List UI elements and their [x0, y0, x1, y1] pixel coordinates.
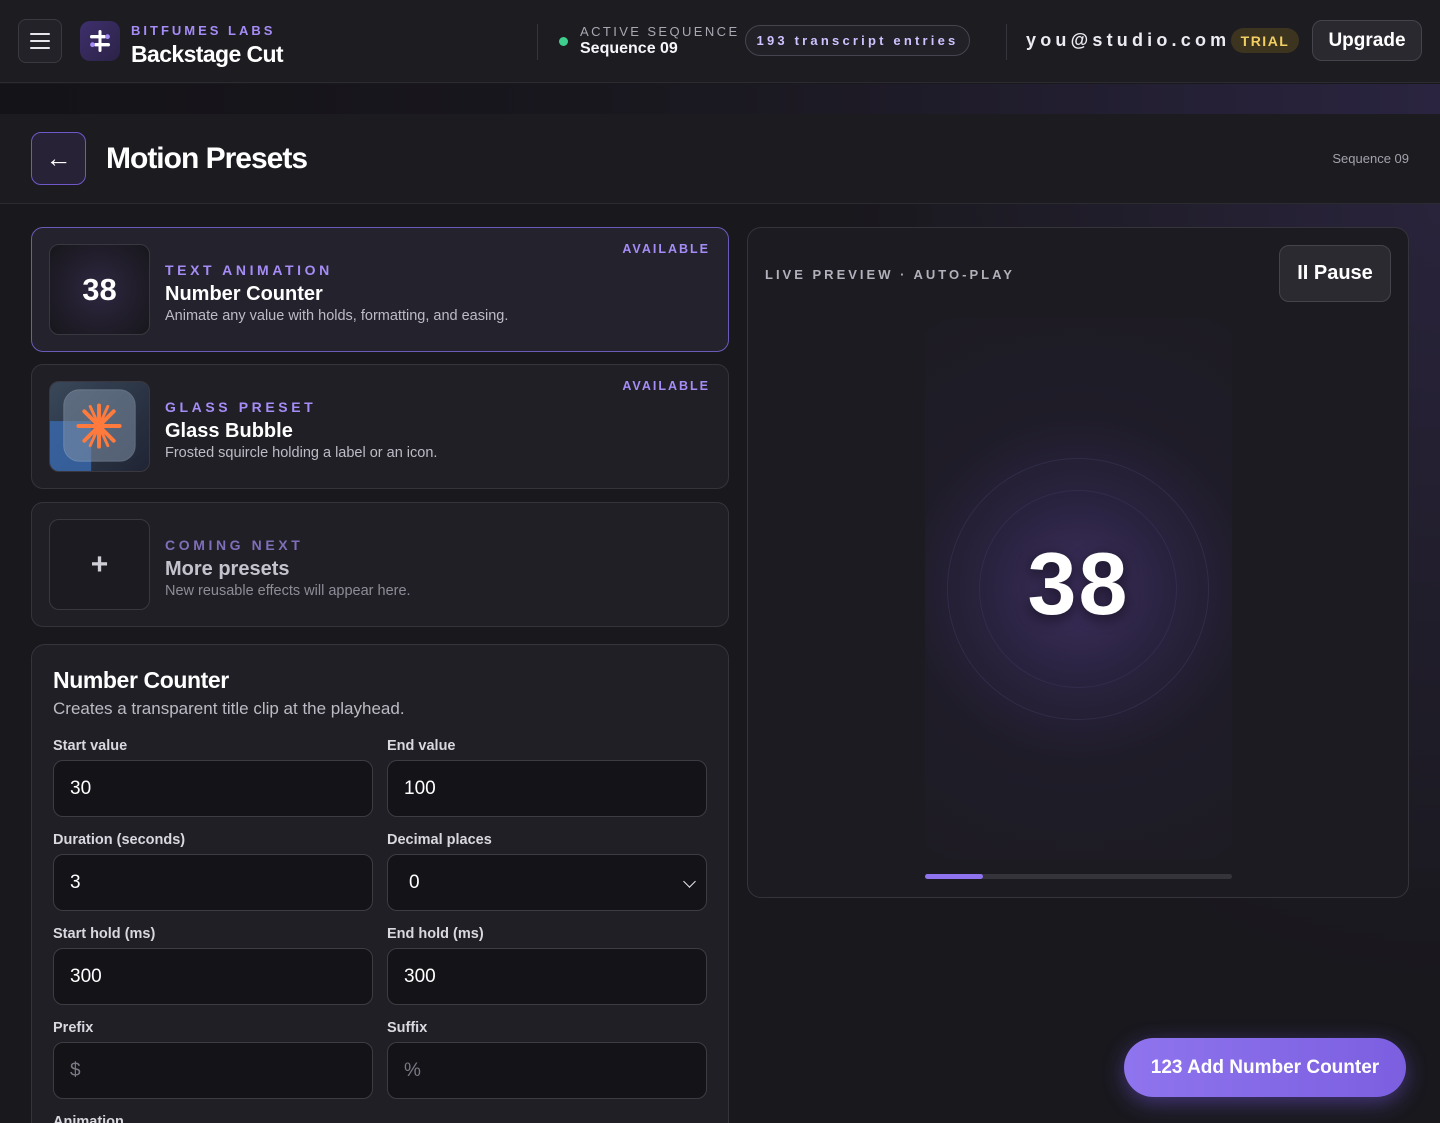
top-bar: BITFUMES LABS Backstage Cut ACTIVE SEQUE… — [0, 0, 1440, 83]
preset-card-glass-bubble[interactable]: GLASS PRESET Glass Bubble Frosted squirc… — [31, 364, 729, 489]
playback-progress-bar[interactable] — [925, 874, 1232, 879]
playback-progress-fill — [925, 874, 984, 879]
preset-kicker: GLASS PRESET — [165, 399, 317, 415]
user-email[interactable]: you@studio.com — [1026, 30, 1230, 51]
preset-description: Frosted squircle holding a label or an i… — [165, 445, 438, 461]
transcript-entries-pill[interactable]: 193 transcript entries — [745, 25, 970, 56]
add-number-counter-button[interactable]: 123 Add Number Counter — [1124, 1038, 1406, 1097]
active-status-dot — [559, 37, 568, 46]
page-title: Motion Presets — [106, 142, 308, 175]
app-logo-icon — [80, 21, 120, 61]
start-hold-input[interactable]: 300 — [53, 948, 373, 1005]
animation-label: Animation — [53, 1114, 124, 1123]
chevron-down-icon — [683, 875, 696, 888]
duration-input[interactable]: 3 — [53, 854, 373, 911]
end-value-input[interactable]: 100 — [387, 760, 707, 817]
preset-status-badge: AVAILABLE — [622, 379, 710, 393]
start-hold-label: Start hold (ms) — [53, 926, 156, 942]
page-sequence-label: Sequence 09 — [1332, 151, 1409, 166]
preset-title: More presets — [165, 558, 290, 580]
number-counter-thumbnail: 38 — [49, 244, 150, 335]
preset-status-badge: AVAILABLE — [622, 242, 710, 256]
trial-badge: TRIAL — [1231, 28, 1299, 53]
decimal-places-label: Decimal places — [387, 832, 492, 848]
divider — [1006, 24, 1007, 60]
prefix-label: Prefix — [53, 1020, 94, 1036]
arrow-left-icon: ← — [45, 143, 72, 173]
decimal-places-value: 0 — [409, 871, 420, 893]
preset-kicker: COMING NEXT — [165, 537, 304, 553]
preset-title: Number Counter — [165, 283, 323, 305]
plus-icon: + — [49, 519, 150, 610]
preset-card-number-counter[interactable]: 38 TEXT ANIMATION Number Counter Animate… — [31, 227, 729, 352]
brand-subtitle: BITFUMES LABS — [131, 23, 276, 38]
prefix-input[interactable]: $ — [53, 1042, 373, 1099]
sparkle-icon — [76, 403, 122, 449]
decimal-places-select[interactable]: 0 — [387, 854, 707, 911]
pause-button[interactable]: II Pause — [1279, 245, 1391, 302]
number-counter-form: Number Counter Creates a transparent tit… — [31, 644, 729, 1123]
preview-label: LIVE PREVIEW · AUTO-PLAY — [765, 267, 1015, 282]
page-header: ← Motion Presets Sequence 09 — [0, 114, 1440, 204]
suffix-input[interactable]: % — [387, 1042, 707, 1099]
duration-label: Duration (seconds) — [53, 832, 186, 848]
start-value-input[interactable]: 30 — [53, 760, 373, 817]
brand-title: Backstage Cut — [131, 41, 284, 67]
preset-title: Glass Bubble — [165, 420, 293, 442]
live-preview-panel: LIVE PREVIEW · AUTO-PLAY II Pause 38 — [747, 227, 1409, 898]
active-sequence-label: ACTIVE SEQUENCE — [580, 24, 740, 39]
preview-counter-value: 38 — [1027, 534, 1130, 633]
active-sequence-value: Sequence 09 — [580, 40, 678, 57]
preset-description: Animate any value with holds, formatting… — [165, 308, 509, 324]
end-value-label: End value — [387, 738, 456, 754]
start-value-label: Start value — [53, 738, 128, 754]
divider — [537, 24, 538, 60]
menu-icon — [30, 33, 50, 35]
upgrade-button[interactable]: Upgrade — [1312, 20, 1422, 61]
end-hold-input[interactable]: 300 — [387, 948, 707, 1005]
glass-bubble-thumbnail — [49, 381, 150, 472]
hamburger-menu-button[interactable] — [18, 19, 62, 63]
preview-stage: 38 — [925, 318, 1232, 860]
preset-description: New reusable effects will appear here. — [165, 583, 411, 599]
end-hold-label: End hold (ms) — [387, 926, 484, 942]
form-subtitle: Creates a transparent title clip at the … — [53, 699, 405, 718]
preset-card-coming-next: + COMING NEXT More presets New reusable … — [31, 502, 729, 627]
header-glow-strip — [0, 84, 1440, 114]
back-button[interactable]: ← — [31, 132, 86, 185]
suffix-label: Suffix — [387, 1020, 428, 1036]
preset-kicker: TEXT ANIMATION — [165, 262, 333, 278]
form-title: Number Counter — [53, 667, 229, 693]
